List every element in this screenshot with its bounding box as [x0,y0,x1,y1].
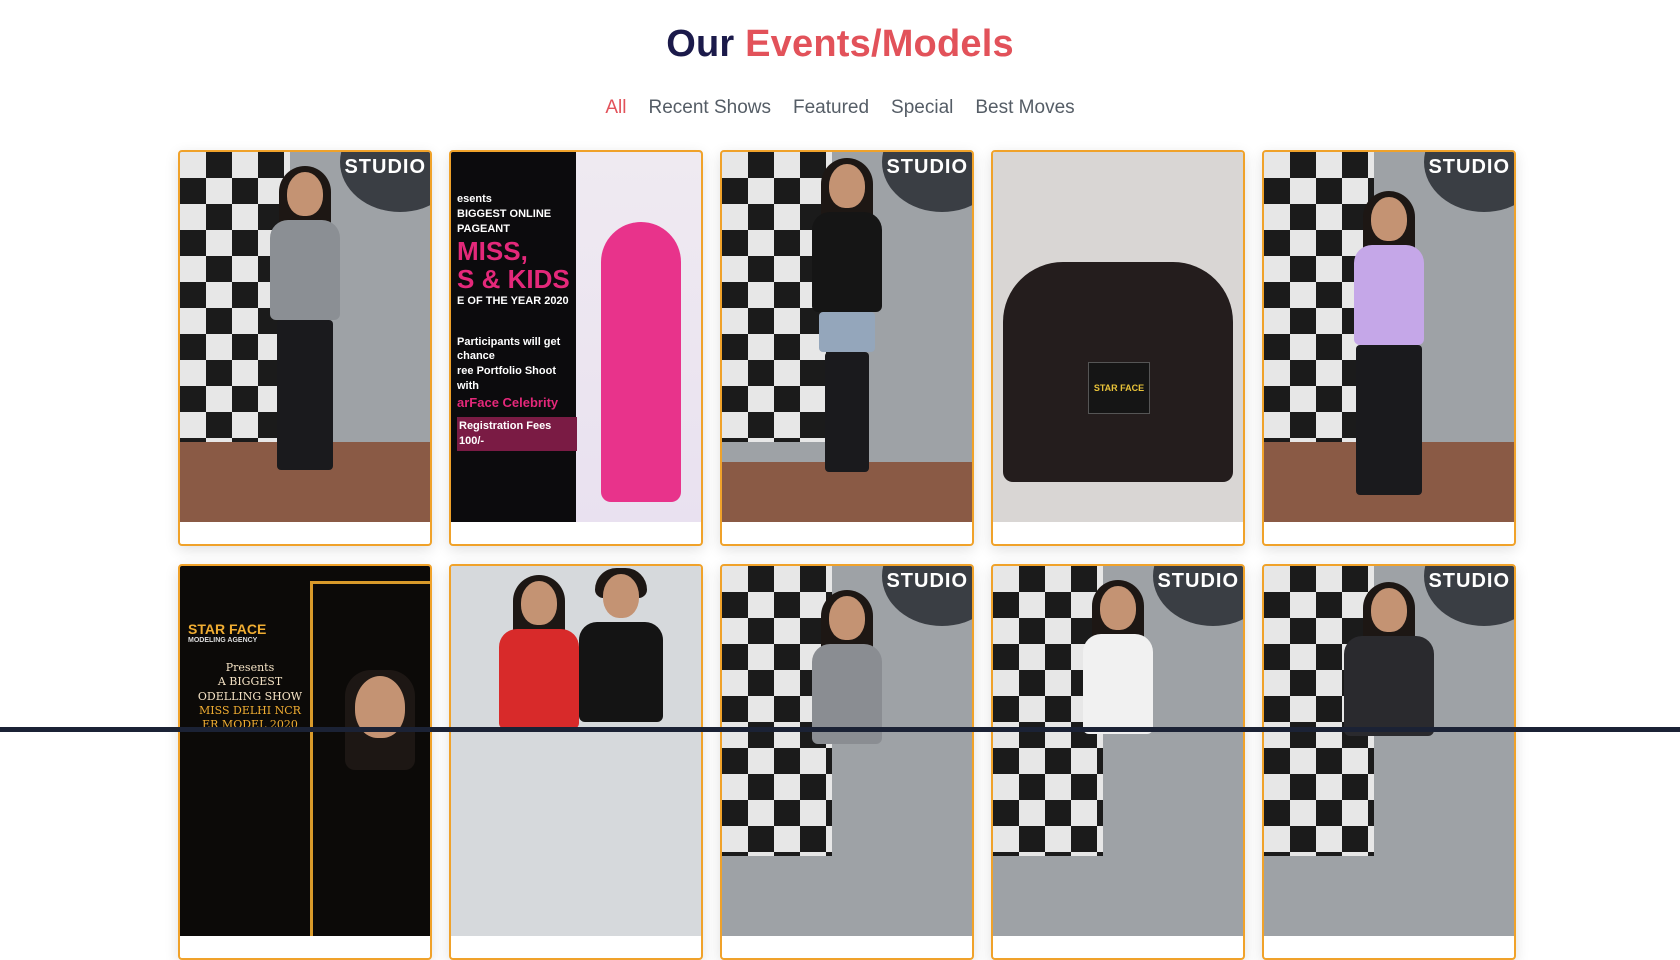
gallery-card[interactable]: STUDIO [720,150,974,546]
poster-text: esents BIGGEST ONLINE PAGEANT MISS, S & … [457,192,577,452]
model-photo: STUDIO [1264,566,1514,936]
model-photo: STUDIO [722,152,972,522]
studio-sign: STUDIO [886,570,968,592]
model-photo: STUDIO [722,566,972,936]
event-poster: STAR FACE MODELING AGENCY Presents A BIG… [180,566,430,936]
gallery-card[interactable]: STAR FACE MODELING AGENCY Presents A BIG… [178,564,432,960]
gallery-card[interactable]: STUDIO [1262,564,1516,960]
gallery-card[interactable] [449,564,703,960]
gallery-card[interactable]: STUDIO [1262,150,1516,546]
model-photo: STUDIO [993,566,1243,936]
section-title-prefix: Our [666,23,735,65]
tab-recent-shows[interactable]: Recent Shows [648,97,771,119]
group-sign: STAR FACE [1088,362,1150,414]
tab-all[interactable]: All [605,97,626,119]
gallery-card[interactable]: esents BIGGEST ONLINE PAGEANT MISS, S & … [449,150,703,546]
studio-sign: STUDIO [1428,156,1510,178]
gallery-grid: STUDIO esents BIGGEST ONLINE PAGEANT MIS… [178,150,1516,960]
gallery-card[interactable]: STUDIO [720,564,974,960]
studio-sign: STUDIO [1157,570,1239,592]
tab-best-moves[interactable]: Best Moves [975,97,1074,119]
tab-special[interactable]: Special [891,97,953,119]
filter-tabs: All Recent Shows Featured Special Best M… [0,97,1680,119]
model-photo: STUDIO [1264,152,1514,522]
model-photo: STUDIO [180,152,430,522]
gallery-card[interactable]: STUDIO [991,564,1245,960]
event-poster: esents BIGGEST ONLINE PAGEANT MISS, S & … [451,152,701,522]
studio-sign: STUDIO [344,156,426,178]
poster-logo: STAR FACE MODELING AGENCY [188,621,267,644]
model-photo [451,566,701,936]
studio-sign: STUDIO [1428,570,1510,592]
gallery-card[interactable]: STUDIO [178,150,432,546]
footer-bar [0,727,1680,732]
studio-sign: STUDIO [886,156,968,178]
group-photo: STAR FACE [993,152,1243,522]
section-title: Our Events/Models [0,22,1680,68]
gallery-card[interactable]: STAR FACE [991,150,1245,546]
tab-featured[interactable]: Featured [793,97,869,119]
poster-text: Presents A BIGGEST ODELLING SHOW MISS DE… [197,661,303,732]
section-title-accent: Events/Models [745,23,1014,65]
